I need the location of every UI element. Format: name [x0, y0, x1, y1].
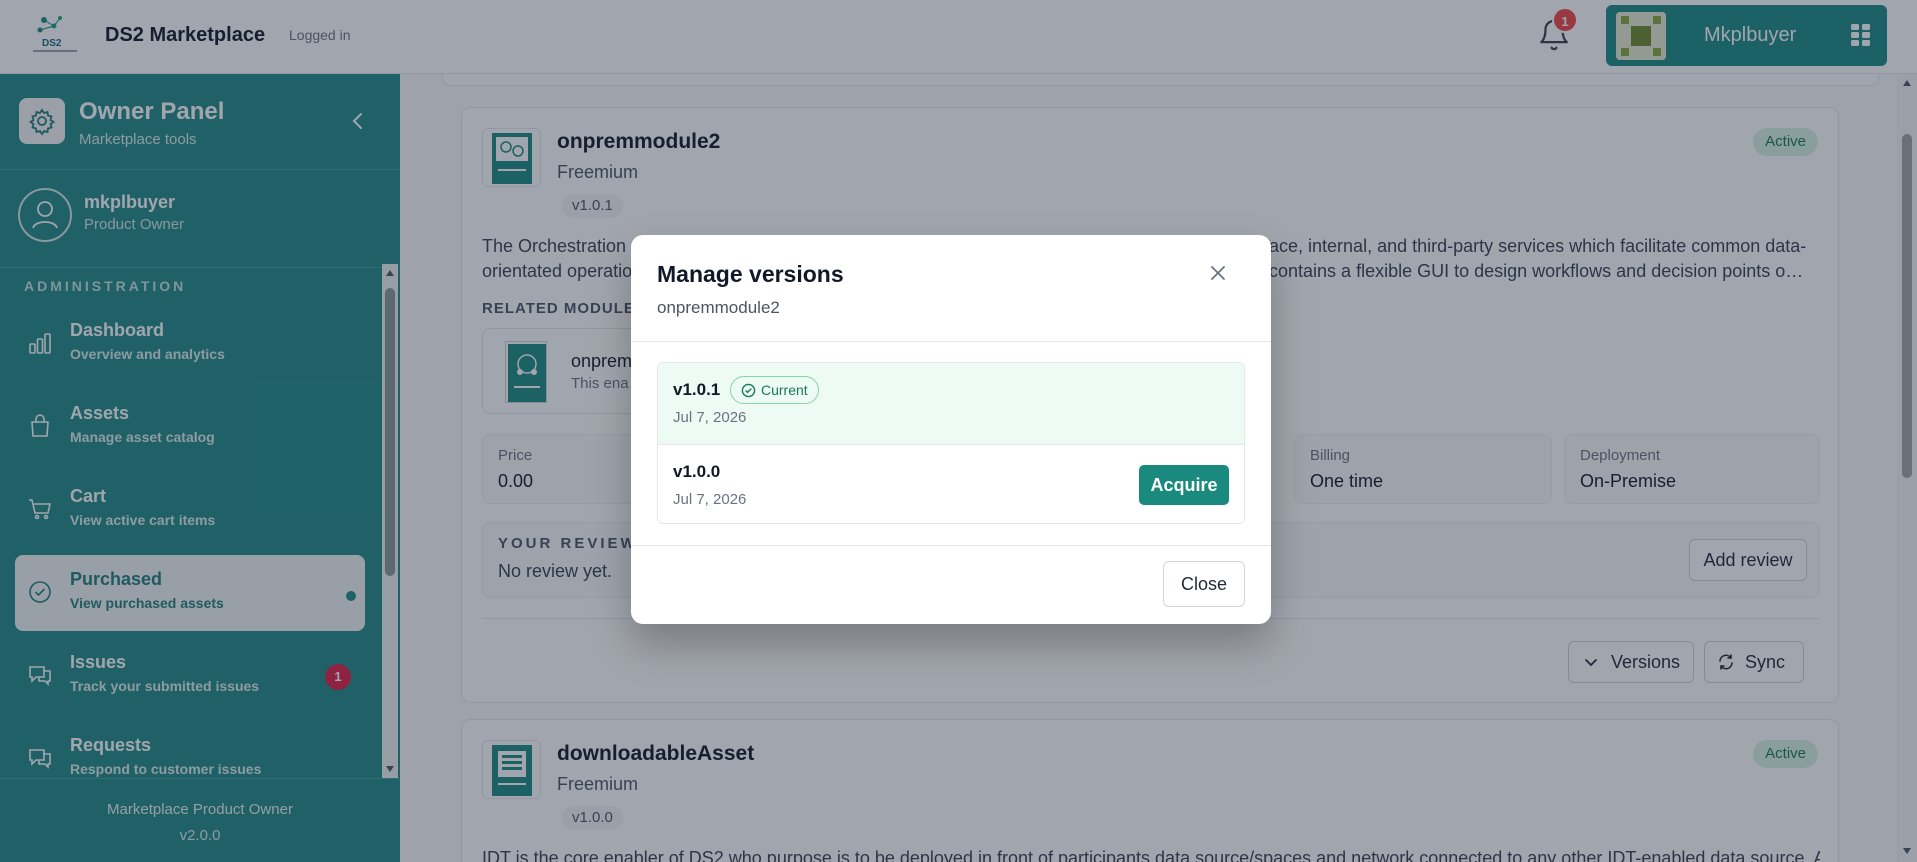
version-date: Jul 7, 2026 [673, 491, 747, 508]
version-number: v1.0.0 [673, 462, 721, 481]
modal-title: Manage versions [657, 261, 844, 287]
version-number: v1.0.1 [673, 380, 721, 399]
modal-subtitle: onpremmodule2 [657, 298, 780, 317]
version-row: v1.0.1 Current Jul 7, 2026 [658, 363, 1244, 444]
current-badge-label: Current [761, 382, 808, 398]
acquire-button[interactable]: Acquire [1139, 465, 1229, 505]
manage-versions-dialog: Manage versions onpremmodule2 v1.0.1 Cur… [631, 235, 1271, 624]
modal-divider [631, 545, 1271, 546]
version-date: Jul 7, 2026 [673, 409, 747, 426]
version-row: v1.0.0 Jul 7, 2026 Acquire [658, 444, 1244, 523]
close-icon[interactable] [1206, 261, 1230, 285]
check-circle-icon [741, 383, 756, 398]
current-badge: Current [730, 376, 819, 404]
close-button[interactable]: Close [1163, 561, 1245, 607]
modal-divider [631, 341, 1271, 342]
versions-list: v1.0.1 Current Jul 7, 2026 v1.0.0 Jul 7,… [657, 362, 1245, 524]
